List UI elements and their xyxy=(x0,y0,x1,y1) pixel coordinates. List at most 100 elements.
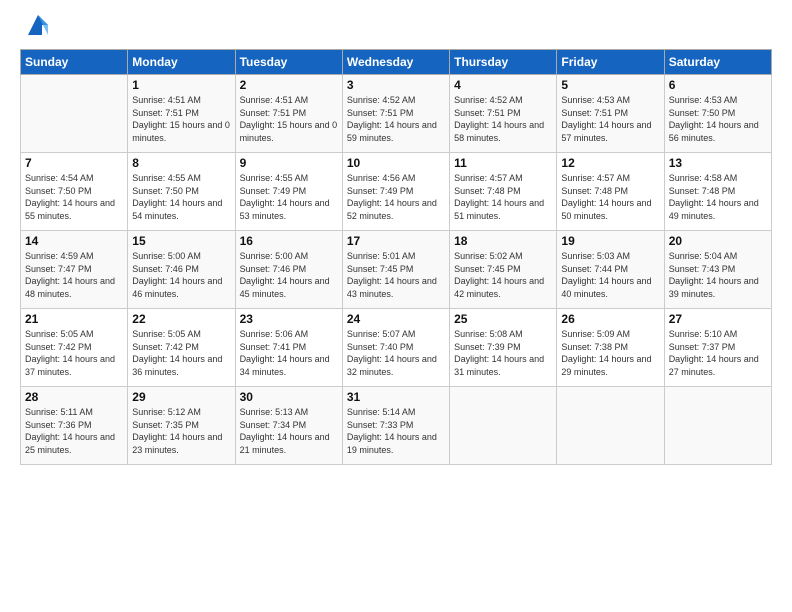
day-number: 8 xyxy=(132,156,230,170)
calendar-cell: 6 Sunrise: 4:53 AMSunset: 7:50 PMDaylight… xyxy=(664,75,771,153)
week-row-4: 21 Sunrise: 5:05 AMSunset: 7:42 PMDayligh… xyxy=(21,309,772,387)
header-sunday: Sunday xyxy=(21,50,128,75)
calendar-cell: 2Sunrise: 4:51 AMSunset: 7:51 PMDaylight… xyxy=(235,75,342,153)
day-number: 4 xyxy=(454,78,552,92)
week-row-5: 28Sunrise: 5:11 AMSunset: 7:36 PMDayligh… xyxy=(21,387,772,465)
cell-info: Sunrise: 5:13 AMSunset: 7:34 PMDaylight:… xyxy=(240,406,338,456)
day-number: 28 xyxy=(25,390,123,404)
calendar-cell: 23 Sunrise: 5:06 AMSunset: 7:41 PMDayligh… xyxy=(235,309,342,387)
day-number: 23 xyxy=(240,312,338,326)
week-row-2: 7Sunrise: 4:54 AMSunset: 7:50 PMDaylight… xyxy=(21,153,772,231)
calendar-cell: 1 Sunrise: 4:51 AMSunset: 7:51 PMDaylight… xyxy=(128,75,235,153)
cell-info: Sunrise: 5:06 AMSunset: 7:41 PMDaylight:… xyxy=(240,328,338,378)
day-number: 18 xyxy=(454,234,552,248)
day-number: 16 xyxy=(240,234,338,248)
cell-info: Sunrise: 5:00 AMSunset: 7:46 PMDaylight:… xyxy=(240,250,338,300)
cell-info: Sunrise: 4:55 AMSunset: 7:49 PMDaylight:… xyxy=(240,172,338,222)
day-number: 9 xyxy=(240,156,338,170)
cell-info: Sunrise: 5:00 AMSunset: 7:46 PMDaylight:… xyxy=(132,250,230,300)
page-container: SundayMondayTuesdayWednesdayThursdayFrid… xyxy=(0,0,792,475)
calendar-cell: 14 Sunrise: 4:59 AMSunset: 7:47 PMDayligh… xyxy=(21,231,128,309)
cell-info: Sunrise: 5:08 AMSunset: 7:39 PMDaylight:… xyxy=(454,328,552,378)
day-number: 7 xyxy=(25,156,123,170)
cell-info: Sunrise: 4:52 AMSunset: 7:51 PMDaylight:… xyxy=(454,94,552,144)
calendar-cell: 10 Sunrise: 4:56 AMSunset: 7:49 PMDayligh… xyxy=(342,153,449,231)
logo xyxy=(20,15,52,39)
calendar-cell: 12Sunrise: 4:57 AMSunset: 7:48 PMDayligh… xyxy=(557,153,664,231)
calendar-cell: 21Sunrise: 5:05 AMSunset: 7:42 PMDayligh… xyxy=(21,309,128,387)
calendar-table: SundayMondayTuesdayWednesdayThursdayFrid… xyxy=(20,49,772,465)
cell-info: Sunrise: 4:58 AMSunset: 7:48 PMDaylight:… xyxy=(669,172,767,222)
calendar-cell: 4 Sunrise: 4:52 AMSunset: 7:51 PMDaylight… xyxy=(450,75,557,153)
calendar-cell: 20Sunrise: 5:04 AMSunset: 7:43 PMDayligh… xyxy=(664,231,771,309)
day-number: 1 xyxy=(132,78,230,92)
day-number: 5 xyxy=(561,78,659,92)
day-number: 27 xyxy=(669,312,767,326)
calendar-cell xyxy=(21,75,128,153)
calendar-cell: 3Sunrise: 4:52 AMSunset: 7:51 PMDaylight… xyxy=(342,75,449,153)
day-number: 30 xyxy=(240,390,338,404)
day-number: 13 xyxy=(669,156,767,170)
cell-info: Sunrise: 4:55 AMSunset: 7:50 PMDaylight:… xyxy=(132,172,230,222)
day-number: 15 xyxy=(132,234,230,248)
calendar-cell: 27 Sunrise: 5:10 AMSunset: 7:37 PMDayligh… xyxy=(664,309,771,387)
day-number: 21 xyxy=(25,312,123,326)
day-number: 25 xyxy=(454,312,552,326)
header-friday: Friday xyxy=(557,50,664,75)
day-number: 29 xyxy=(132,390,230,404)
calendar-cell: 19 Sunrise: 5:03 AMSunset: 7:44 PMDayligh… xyxy=(557,231,664,309)
header-wednesday: Wednesday xyxy=(342,50,449,75)
calendar-cell: 7Sunrise: 4:54 AMSunset: 7:50 PMDaylight… xyxy=(21,153,128,231)
cell-info: Sunrise: 4:57 AMSunset: 7:48 PMDaylight:… xyxy=(454,172,552,222)
header xyxy=(20,15,772,39)
cell-info: Sunrise: 4:53 AMSunset: 7:50 PMDaylight:… xyxy=(669,94,767,144)
calendar-cell: 18Sunrise: 5:02 AMSunset: 7:45 PMDayligh… xyxy=(450,231,557,309)
week-row-1: 1 Sunrise: 4:51 AMSunset: 7:51 PMDaylight… xyxy=(21,75,772,153)
calendar-cell: 25 Sunrise: 5:08 AMSunset: 7:39 PMDayligh… xyxy=(450,309,557,387)
header-row: SundayMondayTuesdayWednesdayThursdayFrid… xyxy=(21,50,772,75)
calendar-cell: 24Sunrise: 5:07 AMSunset: 7:40 PMDayligh… xyxy=(342,309,449,387)
cell-info: Sunrise: 5:03 AMSunset: 7:44 PMDaylight:… xyxy=(561,250,659,300)
calendar-cell: 9 Sunrise: 4:55 AMSunset: 7:49 PMDaylight… xyxy=(235,153,342,231)
day-number: 22 xyxy=(132,312,230,326)
calendar-cell xyxy=(557,387,664,465)
logo-icon xyxy=(24,11,52,39)
calendar-cell xyxy=(664,387,771,465)
header-saturday: Saturday xyxy=(664,50,771,75)
cell-info: Sunrise: 5:05 AMSunset: 7:42 PMDaylight:… xyxy=(132,328,230,378)
day-number: 14 xyxy=(25,234,123,248)
day-number: 26 xyxy=(561,312,659,326)
day-number: 10 xyxy=(347,156,445,170)
cell-info: Sunrise: 5:10 AMSunset: 7:37 PMDaylight:… xyxy=(669,328,767,378)
cell-info: Sunrise: 5:14 AMSunset: 7:33 PMDaylight:… xyxy=(347,406,445,456)
calendar-cell: 5 Sunrise: 4:53 AMSunset: 7:51 PMDaylight… xyxy=(557,75,664,153)
cell-info: Sunrise: 4:51 AMSunset: 7:51 PMDaylight:… xyxy=(132,94,230,144)
day-number: 19 xyxy=(561,234,659,248)
calendar-cell: 16 Sunrise: 5:00 AMSunset: 7:46 PMDayligh… xyxy=(235,231,342,309)
calendar-cell xyxy=(450,387,557,465)
cell-info: Sunrise: 4:56 AMSunset: 7:49 PMDaylight:… xyxy=(347,172,445,222)
week-row-3: 14 Sunrise: 4:59 AMSunset: 7:47 PMDayligh… xyxy=(21,231,772,309)
cell-info: Sunrise: 5:12 AMSunset: 7:35 PMDaylight:… xyxy=(132,406,230,456)
calendar-cell: 22 Sunrise: 5:05 AMSunset: 7:42 PMDayligh… xyxy=(128,309,235,387)
cell-info: Sunrise: 4:59 AMSunset: 7:47 PMDaylight:… xyxy=(25,250,123,300)
calendar-cell: 8 Sunrise: 4:55 AMSunset: 7:50 PMDaylight… xyxy=(128,153,235,231)
calendar-cell: 30 Sunrise: 5:13 AMSunset: 7:34 PMDayligh… xyxy=(235,387,342,465)
day-number: 31 xyxy=(347,390,445,404)
calendar-cell: 11 Sunrise: 4:57 AMSunset: 7:48 PMDayligh… xyxy=(450,153,557,231)
day-number: 6 xyxy=(669,78,767,92)
calendar-cell: 13 Sunrise: 4:58 AMSunset: 7:48 PMDayligh… xyxy=(664,153,771,231)
calendar-cell: 29 Sunrise: 5:12 AMSunset: 7:35 PMDayligh… xyxy=(128,387,235,465)
cell-info: Sunrise: 4:53 AMSunset: 7:51 PMDaylight:… xyxy=(561,94,659,144)
day-number: 11 xyxy=(454,156,552,170)
day-number: 17 xyxy=(347,234,445,248)
day-number: 3 xyxy=(347,78,445,92)
calendar-cell: 15 Sunrise: 5:00 AMSunset: 7:46 PMDayligh… xyxy=(128,231,235,309)
cell-info: Sunrise: 4:57 AMSunset: 7:48 PMDaylight:… xyxy=(561,172,659,222)
cell-info: Sunrise: 5:07 AMSunset: 7:40 PMDaylight:… xyxy=(347,328,445,378)
day-number: 20 xyxy=(669,234,767,248)
cell-info: Sunrise: 5:09 AMSunset: 7:38 PMDaylight:… xyxy=(561,328,659,378)
calendar-cell: 26 Sunrise: 5:09 AMSunset: 7:38 PMDayligh… xyxy=(557,309,664,387)
header-monday: Monday xyxy=(128,50,235,75)
cell-info: Sunrise: 4:51 AMSunset: 7:51 PMDaylight:… xyxy=(240,94,338,144)
